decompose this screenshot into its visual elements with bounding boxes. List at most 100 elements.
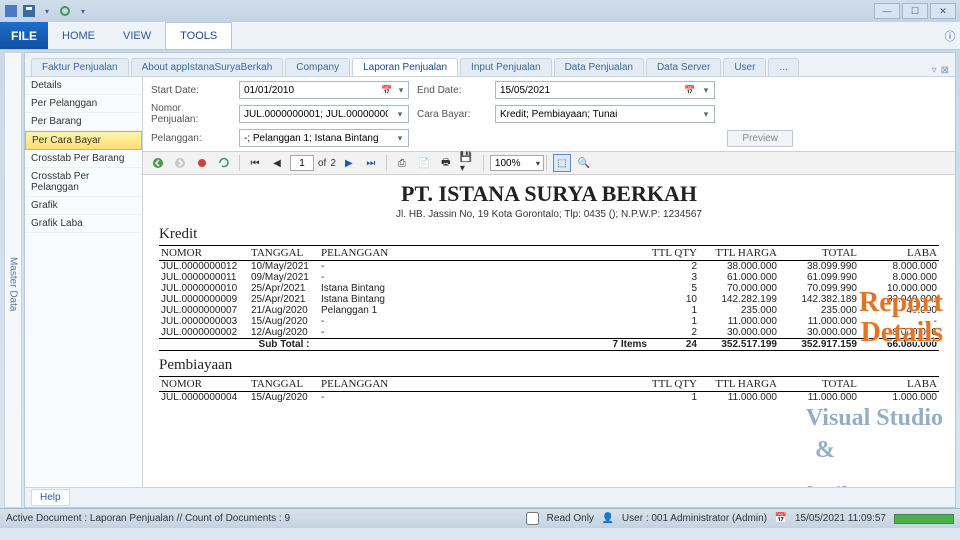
calendar-icon: 📅: [775, 513, 787, 525]
tree-item[interactable]: Details: [25, 77, 142, 95]
doc-tab[interactable]: Company: [285, 58, 350, 76]
report-subtitle: Jl. HB. Jassin No, 19 Kota Gorontalo; Tl…: [159, 209, 939, 220]
close-button[interactable]: ✕: [930, 3, 956, 19]
watermark: Visual Studio: [806, 405, 943, 432]
tree-item[interactable]: Grafik: [25, 197, 142, 215]
tree-item[interactable]: Per Barang: [25, 113, 142, 131]
watermark: &: [815, 437, 835, 464]
calendar-icon[interactable]: 📅: [682, 85, 698, 96]
chevron-down-icon[interactable]: ▾: [698, 109, 714, 120]
refresh-icon[interactable]: [215, 154, 233, 172]
stop-icon[interactable]: [193, 154, 211, 172]
nomor-label: Nomor Penjualan:: [151, 103, 231, 125]
table-row: JUL.000000000315/Aug/2020-111.000.00011.…: [159, 316, 939, 327]
doc-tab-overflow[interactable]: ...: [768, 58, 798, 76]
doc-tab[interactable]: About appIstanaSuryaBerkah: [131, 58, 284, 76]
help-button[interactable]: Help: [31, 489, 70, 506]
doc-tab-active[interactable]: Laporan Penjualan: [352, 58, 458, 76]
start-date-label: Start Date:: [151, 85, 231, 96]
tree-item-selected[interactable]: Per Cara Bayar: [25, 131, 142, 150]
chevron-down-icon[interactable]: ▾: [536, 159, 540, 168]
maximize-button[interactable]: ☐: [902, 3, 928, 19]
tabs-dropdown-icon[interactable]: ▿: [932, 65, 937, 76]
app-icon: [4, 4, 18, 18]
doc-tab[interactable]: User: [723, 58, 766, 76]
end-date-input[interactable]: 📅▾: [495, 81, 715, 99]
tree-item[interactable]: Grafik Laba: [25, 215, 142, 233]
status-time: 15/05/2021 11:09:57: [795, 513, 886, 524]
help-strip: Help: [25, 487, 955, 507]
page-of-label: of: [318, 158, 326, 169]
cara-label: Cara Bayar:: [417, 109, 487, 120]
report-title: PT. ISTANA SURYA BERKAH: [159, 181, 939, 207]
titlebar: ▾ ▾ — ☐ ✕: [0, 0, 960, 22]
doc-tab[interactable]: Faktur Penjualan: [31, 58, 129, 76]
page-setup-icon[interactable]: 📄: [415, 154, 433, 172]
watermark: Telerik Report: [783, 483, 933, 487]
viewer-toolbar: ⏮ ◀ of 2 ▶ ⏭ ⎙ 📄 🖶 💾▾ ▾ ⬚ 🔍: [143, 151, 955, 175]
report-table-kredit: NOMOR TANGGAL PELANGGAN TTL QTY TTL HARG…: [159, 245, 939, 351]
end-date-label: End Date:: [417, 85, 487, 96]
status-left: Active Document : Laporan Penjualan // C…: [6, 513, 290, 524]
file-menu[interactable]: FILE: [0, 22, 48, 49]
chevron-down-icon[interactable]: ▾: [392, 109, 408, 120]
table-row: JUL.000000001025/Apr/2021Istana Bintang5…: [159, 283, 939, 294]
interactive-view-icon[interactable]: ⬚: [553, 154, 571, 172]
pelanggan-label: Pelanggan:: [151, 133, 231, 144]
table-row: JUL.000000000721/Aug/2020Pelanggan 11235…: [159, 305, 939, 316]
dropdown-icon[interactable]: ▾: [76, 4, 90, 18]
prev-page-icon[interactable]: ◀: [268, 154, 286, 172]
chevron-down-icon[interactable]: ▾: [394, 85, 408, 96]
chevron-down-icon[interactable]: ▾: [698, 85, 714, 96]
section-header: Kredit: [159, 226, 939, 243]
nav-fwd-icon[interactable]: [171, 154, 189, 172]
table-row: JUL.000000000212/Aug/2020-230.000.00030.…: [159, 327, 939, 339]
pelanggan-input[interactable]: ▾: [239, 129, 409, 147]
export-icon[interactable]: 💾▾: [459, 154, 477, 172]
last-page-icon[interactable]: ⏭: [362, 154, 380, 172]
preview-button[interactable]: Preview: [727, 130, 793, 147]
table-row: JUL.000000001210/May/2021-238.000.00038.…: [159, 261, 939, 273]
table-row: JUL.000000001109/May/2021-361.000.00061.…: [159, 272, 939, 283]
ribbon-help-icon[interactable]: ⓘ: [940, 22, 960, 49]
search-icon[interactable]: 🔍: [575, 154, 593, 172]
minimize-button[interactable]: —: [874, 3, 900, 19]
cara-input[interactable]: ▾: [495, 105, 715, 123]
readonly-label: Read Only: [547, 513, 594, 524]
nomor-input[interactable]: ▾: [239, 105, 409, 123]
refresh-icon[interactable]: [58, 4, 72, 18]
page-input[interactable]: [290, 155, 314, 171]
report-table-pembiayaan: NOMOR TANGGAL PELANGGAN TTL QTY TTL HARG…: [159, 376, 939, 403]
subtotal-row: Sub Total :7 Items24352.517.199352.917.1…: [159, 339, 939, 351]
ribbon: FILE HOME VIEW TOOLS ⓘ: [0, 22, 960, 50]
save-icon[interactable]: [22, 4, 36, 18]
start-date-input[interactable]: 📅▾: [239, 81, 409, 99]
dropdown-icon[interactable]: ▾: [40, 4, 54, 18]
progress-bar: [894, 514, 954, 524]
ribbon-tab-view[interactable]: VIEW: [109, 22, 165, 49]
filter-panel: Start Date: 📅▾ End Date: 📅▾ Nomor Penjua…: [143, 77, 955, 151]
print-icon[interactable]: 🖶: [437, 154, 455, 172]
calendar-icon[interactable]: 📅: [380, 85, 394, 96]
side-panel-tab[interactable]: Master Data: [4, 52, 22, 508]
doc-tab[interactable]: Input Penjualan: [460, 58, 552, 76]
statusbar: Active Document : Laporan Penjualan // C…: [0, 508, 960, 528]
first-page-icon[interactable]: ⏮: [246, 154, 264, 172]
nav-back-icon[interactable]: [149, 154, 167, 172]
tree-item[interactable]: Crosstab Per Barang: [25, 150, 142, 168]
chevron-down-icon[interactable]: ▾: [392, 133, 408, 144]
ribbon-tab-home[interactable]: HOME: [48, 22, 109, 49]
section-header: Pembiayaan: [159, 357, 939, 374]
tree-item[interactable]: Per Pelanggan: [25, 95, 142, 113]
print-layout-icon[interactable]: ⎙: [393, 154, 411, 172]
doc-tab[interactable]: Data Penjualan: [554, 58, 644, 76]
readonly-checkbox[interactable]: [526, 512, 539, 525]
page-total: 2: [330, 158, 336, 169]
next-page-icon[interactable]: ▶: [340, 154, 358, 172]
ribbon-tab-tools[interactable]: TOOLS: [165, 22, 232, 49]
tabs-close-icon[interactable]: ⊠: [941, 65, 949, 76]
doc-tab[interactable]: Data Server: [646, 58, 721, 76]
report-tree: Details Per Pelanggan Per Barang Per Car…: [25, 77, 143, 487]
report-viewer: Report Details Visual Studio & Telerik R…: [143, 175, 955, 487]
tree-item[interactable]: Crosstab Per Pelanggan: [25, 168, 142, 197]
